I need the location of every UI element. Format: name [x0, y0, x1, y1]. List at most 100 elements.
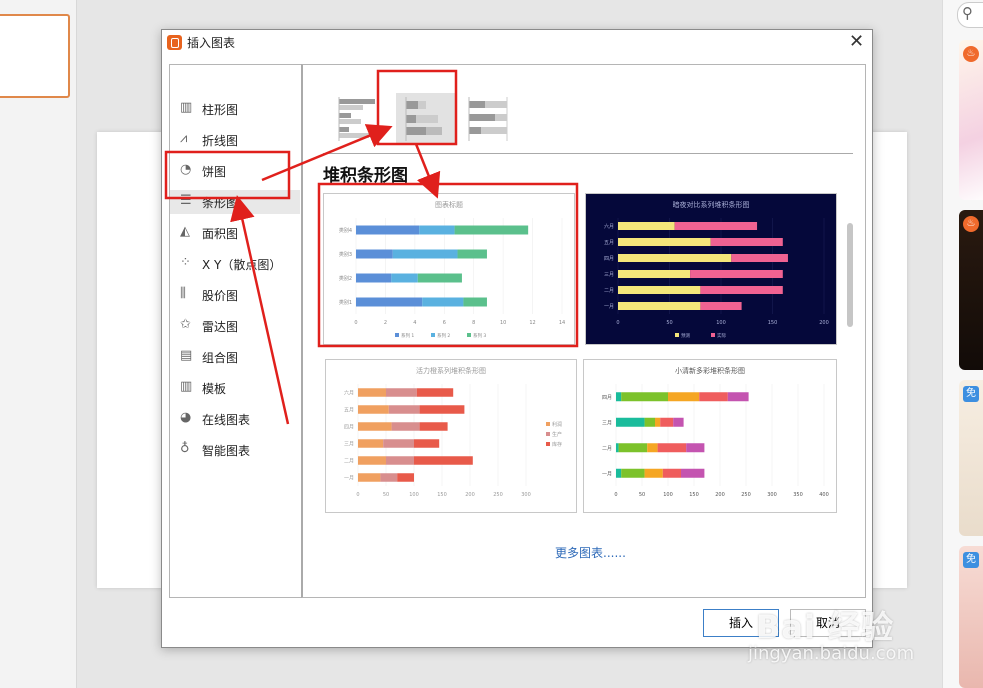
bar-segment	[644, 417, 655, 427]
chart-background	[326, 360, 576, 512]
category-label: 类别4	[339, 227, 352, 234]
tick-label: 0	[614, 492, 617, 498]
bar-segment	[621, 392, 668, 402]
chart-template-1[interactable]: 图表标题 0 2 4 6 8 10 12 14 类别4 类别3 类别2 类别1 系列 1 系列 2 系列 3	[323, 193, 575, 345]
scrollbar[interactable]	[847, 223, 853, 327]
close-icon[interactable]: ✕	[849, 31, 864, 52]
bar-segment	[386, 388, 417, 397]
tick-label: 100	[663, 492, 673, 498]
bar-segment	[414, 439, 440, 448]
bar-segment	[392, 249, 458, 259]
chart-template-2[interactable]: 暗夜对比系列堆积条形图 0 50 100 150 200 六月 五月 四月 三月 二月 一月 预测 实际	[585, 193, 837, 345]
category-item[interactable]: ◭ 面积图	[170, 221, 300, 245]
bar-segment	[616, 443, 619, 453]
category-label: 四月	[602, 395, 612, 401]
tick-label: 200	[465, 492, 475, 498]
category-label: 条形图	[202, 196, 239, 210]
subtype-clustered-bar[interactable]	[333, 93, 393, 145]
subtype-stacked-bar[interactable]	[396, 93, 456, 145]
category-item[interactable]: ✩ 雷达图	[170, 314, 300, 338]
legend-swatch	[546, 422, 550, 426]
tick-label: 6	[443, 320, 446, 326]
category-item[interactable]: ♁ 智能图表	[170, 438, 300, 462]
search-input[interactable]: ⚲	[957, 2, 983, 28]
category-item[interactable]: ▥ 柱形图	[170, 97, 300, 121]
right-template-panel: ⚲ ♨ ♨ 免 免	[942, 0, 983, 688]
tick-label: 8	[472, 320, 475, 326]
bar-segment	[662, 468, 681, 478]
bar-segment	[616, 468, 622, 478]
tick-label: 50	[666, 320, 672, 326]
legend-swatch	[467, 333, 471, 337]
category-label: 六月	[604, 223, 614, 230]
chart-template-4[interactable]: 小清新多彩堆积条形图 0 50 100 150 200 250 300 350 400 四月 三月 二月…	[583, 359, 837, 513]
free-badge-icon: 免	[963, 386, 979, 402]
bar-segment	[419, 405, 465, 414]
legend-label: 库存	[552, 441, 562, 448]
template-card[interactable]: ♨	[959, 210, 983, 370]
bar-segment	[618, 254, 732, 262]
bar-segment	[674, 222, 758, 230]
tick-label: 50	[639, 492, 645, 498]
bar-segment	[731, 254, 788, 262]
category-label: 组合图	[202, 351, 239, 365]
bar-segment	[358, 473, 381, 482]
bar-segment	[655, 417, 661, 427]
bar-segment	[618, 270, 691, 278]
category-item[interactable]: ⫼ 股价图	[170, 283, 300, 307]
legend-swatch	[431, 333, 435, 337]
template-card[interactable]: ♨	[959, 40, 983, 200]
tick-label: 250	[493, 492, 503, 498]
category-label: 四月	[604, 256, 614, 262]
category-item[interactable]: ◕ 在线图表	[170, 407, 300, 431]
category-item[interactable]: ☰ 条形图	[170, 190, 300, 214]
legend-label: 利润	[552, 421, 562, 428]
category-item[interactable]: ⁘ X Y（散点图）	[170, 252, 300, 276]
fire-icon: ♨	[963, 46, 979, 62]
legend-label: 生产	[552, 431, 562, 438]
tick-label: 50	[383, 492, 389, 498]
bar-segment	[457, 249, 487, 259]
bar-segment	[700, 286, 783, 294]
category-item[interactable]: ◔ 饼图	[170, 159, 300, 183]
chart-template-3[interactable]: 活力橙系列堆积条形图 0 50 100 150 200 250 300 六月 五月 四月 三月 二月 一月…	[325, 359, 577, 513]
chart-title: 小清新多彩堆积条形图	[675, 366, 745, 375]
slide-thumbnail[interactable]	[0, 14, 70, 98]
bar-segment	[391, 422, 420, 431]
tick-label: 400	[819, 492, 829, 498]
category-label: 一月	[604, 304, 614, 310]
category-label: 在线图表	[202, 413, 251, 427]
template-card[interactable]: 免	[959, 546, 983, 688]
template-card[interactable]: 免	[959, 380, 983, 536]
category-label: 三月	[344, 442, 354, 448]
bar-segment	[673, 417, 684, 427]
subtype-percent-stacked-bar[interactable]	[463, 93, 523, 145]
bar-segment	[391, 273, 418, 283]
category-label: 饼图	[202, 165, 227, 179]
bar-segment	[356, 273, 392, 283]
tick-label: 300	[767, 492, 777, 498]
bar-segment	[618, 286, 701, 294]
watermark: Bai 经验 jingyan.baidu.com	[748, 588, 928, 668]
bar-segment	[397, 473, 414, 482]
chart-thumbnail-svg: 活力橙系列堆积条形图 0 50 100 150 200 250 300 六月五月四月三月二月一月…	[326, 360, 576, 512]
category-label: 三月	[602, 420, 612, 426]
category-label: 五月	[604, 240, 614, 246]
category-item[interactable]: ▤ 组合图	[170, 345, 300, 369]
insert-chart-dialog: 插入图表 ✕ ▥ 柱形图 ⩘ 折线图 ◔ 饼图 ☰ 条形图 ◭ 面积图 ⁘ X Y（散点图） ⫼ 股价图 ✩…	[161, 29, 873, 648]
more-charts-link[interactable]: 更多图表......	[555, 544, 626, 561]
bar-segment	[686, 443, 705, 453]
category-item[interactable]: ⩘ 折线图	[170, 128, 300, 152]
tick-label: 4	[413, 320, 416, 326]
bar-segment	[417, 273, 462, 283]
bar-segment	[681, 468, 705, 478]
slide-panel	[0, 0, 77, 688]
bar-segment	[621, 468, 645, 478]
stock-chart-icon: ⫼	[180, 286, 186, 301]
dialog-title: 插入图表	[187, 36, 236, 50]
column-chart-icon: ▥	[180, 100, 193, 115]
chart-title: 暗夜对比系列堆积条形图	[673, 200, 750, 209]
tick-label: 100	[409, 492, 419, 498]
category-item[interactable]: ▥ 模板	[170, 376, 300, 400]
category-label: 股价图	[202, 289, 239, 303]
